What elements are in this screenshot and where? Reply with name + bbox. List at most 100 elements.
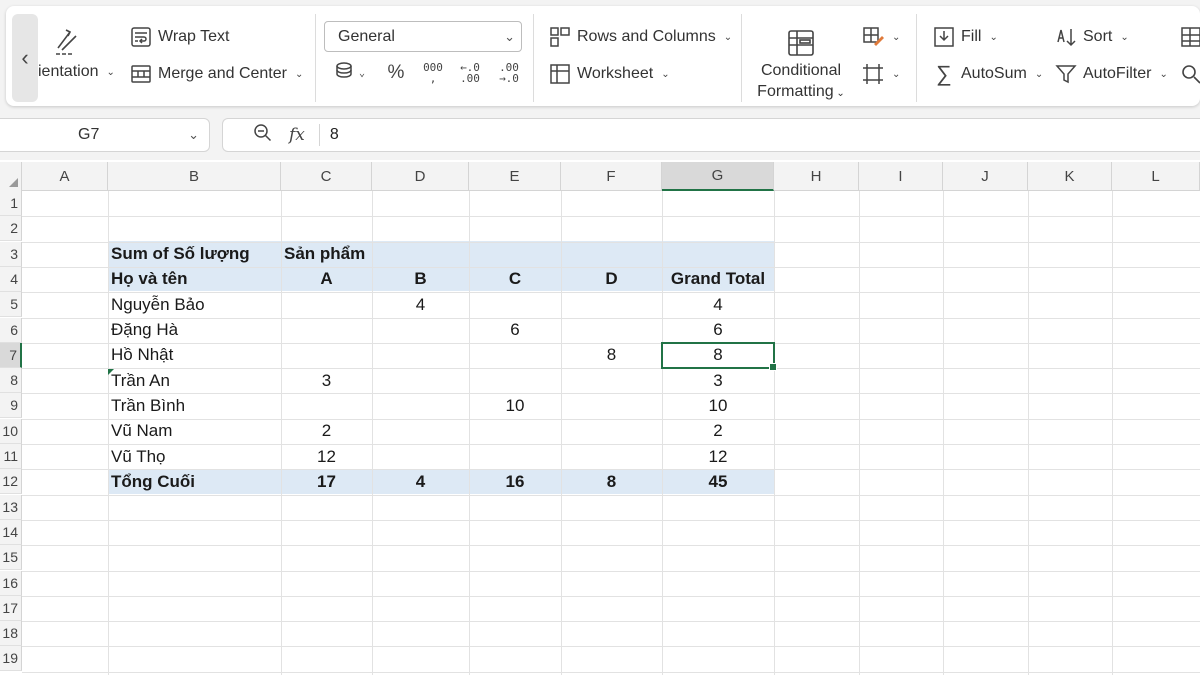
cell-style-button[interactable]: ⌄	[862, 26, 900, 48]
format-cells-button[interactable]	[1180, 26, 1200, 48]
pivot-grand-total[interactable]: 45	[662, 469, 774, 494]
row-header-10[interactable]: 10	[0, 418, 22, 444]
autosum-button[interactable]: ∑ AutoSum ⌄	[933, 61, 1043, 86]
pivot-value-cell[interactable]	[372, 444, 469, 469]
pivot-value-cell[interactable]	[281, 318, 372, 343]
row-header-4[interactable]: 4	[0, 266, 22, 292]
row-header-6[interactable]: 6	[0, 317, 22, 343]
pivot-value-cell[interactable]	[281, 292, 372, 317]
name-box[interactable]: G7 ⌄	[0, 118, 210, 152]
row-header-15[interactable]: 15	[0, 545, 22, 571]
pivot-row-label[interactable]: Vũ Thọ	[108, 444, 281, 469]
pivot-product-header[interactable]: C	[469, 266, 561, 291]
percent-style-button[interactable]: %	[383, 60, 409, 86]
thousands-separator-button[interactable]: 000 ,	[418, 60, 448, 86]
pivot-column-total[interactable]: 8	[561, 469, 662, 494]
row-header-16[interactable]: 16	[0, 570, 22, 596]
row-header-2[interactable]: 2	[0, 216, 22, 242]
column-header-b[interactable]: B	[108, 162, 281, 191]
pivot-row-label[interactable]: Đặng Hà	[108, 318, 281, 343]
row-header-19[interactable]: 19	[0, 646, 22, 672]
pivot-value-cell[interactable]	[281, 393, 372, 418]
pivot-value-cell[interactable]	[561, 368, 662, 393]
borders-button[interactable]: ⌄	[862, 63, 900, 85]
column-header-j[interactable]: J	[943, 162, 1028, 191]
select-all-corner[interactable]	[0, 162, 22, 191]
sort-button[interactable]: Sort ⌄	[1055, 26, 1129, 48]
row-header-7[interactable]: 7	[0, 342, 22, 368]
row-header-17[interactable]: 17	[0, 595, 22, 621]
column-header-l[interactable]: L	[1112, 162, 1200, 191]
pivot-row-label[interactable]: Trần An	[108, 368, 281, 393]
column-header-i[interactable]: I	[859, 162, 943, 191]
column-header-a[interactable]: A	[22, 162, 108, 191]
pivot-value-cell[interactable]: 6	[469, 318, 561, 343]
pivot-value-cell[interactable]	[372, 368, 469, 393]
rows-columns-button[interactable]: Rows and Columns ⌄	[549, 26, 732, 48]
pivot-row-total[interactable]: 4	[662, 292, 774, 317]
pivot-row-label[interactable]: Hồ Nhật	[108, 343, 281, 368]
pivot-value-cell[interactable]: 12	[281, 444, 372, 469]
row-header-9[interactable]: 9	[0, 393, 22, 419]
pivot-column-total[interactable]: 17	[281, 469, 372, 494]
pivot-row-total[interactable]: 6	[662, 318, 774, 343]
pivot-row-total[interactable]: 3	[662, 368, 774, 393]
pivot-value-header[interactable]: Sum of Số lượng	[108, 241, 281, 266]
pivot-row-total[interactable]: 2	[662, 419, 774, 444]
merge-center-button[interactable]: Merge and Center ⌄	[130, 63, 303, 85]
row-header-13[interactable]: 13	[0, 494, 22, 520]
currency-format-button[interactable]: ⌄	[330, 60, 370, 86]
decrease-decimal-button[interactable]: ←.0 .00	[455, 60, 485, 86]
pivot-value-cell[interactable]: 2	[281, 419, 372, 444]
column-header-d[interactable]: D	[372, 162, 469, 191]
row-header-11[interactable]: 11	[0, 444, 22, 469]
pivot-value-cell[interactable]	[372, 393, 469, 418]
pivot-value-cell[interactable]	[469, 368, 561, 393]
formula-input[interactable]: 8	[320, 126, 339, 144]
pivot-value-cell[interactable]	[561, 444, 662, 469]
zoom-search-icon[interactable]	[253, 123, 273, 148]
pivot-value-cell[interactable]	[561, 292, 662, 317]
pivot-row-label[interactable]: Vũ Nam	[108, 419, 281, 444]
pivot-product-header[interactable]: B	[372, 266, 469, 291]
column-header-f[interactable]: F	[561, 162, 662, 191]
wrap-text-button[interactable]: Wrap Text	[130, 26, 229, 48]
pivot-column-field[interactable]: Sản phẩm	[281, 241, 431, 266]
pivot-value-cell[interactable]	[561, 419, 662, 444]
column-header-k[interactable]: K	[1028, 162, 1112, 191]
number-format-select[interactable]: General ⌄	[324, 21, 522, 52]
pivot-value-cell[interactable]	[281, 343, 372, 368]
find-button[interactable]	[1180, 63, 1200, 85]
conditional-formatting-button[interactable]: Conditional Formatting ⌄	[750, 28, 852, 104]
pivot-row-label[interactable]: Trần Bình	[108, 393, 281, 418]
column-header-h[interactable]: H	[774, 162, 859, 191]
increase-decimal-button[interactable]: .00 →.0	[494, 60, 524, 86]
pivot-value-cell[interactable]	[372, 419, 469, 444]
row-header-3[interactable]: 3	[0, 241, 22, 267]
column-header-g[interactable]: G	[662, 162, 774, 191]
pivot-value-cell[interactable]: 3	[281, 368, 372, 393]
pivot-value-cell[interactable]	[561, 393, 662, 418]
pivot-row-field[interactable]: Họ và tên	[108, 266, 281, 291]
pivot-row-label[interactable]: Nguyễn Bảo	[108, 292, 281, 317]
pivot-value-cell[interactable]: 8	[561, 343, 662, 368]
pivot-value-cell[interactable]	[469, 444, 561, 469]
pivot-value-cell[interactable]	[561, 318, 662, 343]
pivot-product-header[interactable]: D	[561, 266, 662, 291]
pivot-value-cell[interactable]	[469, 292, 561, 317]
pivot-column-total[interactable]: 4	[372, 469, 469, 494]
pivot-row-total[interactable]: 8	[662, 343, 774, 368]
insert-function-button[interactable]: fx	[289, 125, 305, 145]
row-header-5[interactable]: 5	[0, 292, 22, 318]
autofilter-button[interactable]: AutoFilter ⌄	[1055, 63, 1168, 85]
row-header-14[interactable]: 14	[0, 519, 22, 545]
fill-button[interactable]: Fill ⌄	[933, 26, 998, 48]
pivot-row-total[interactable]: 10	[662, 393, 774, 418]
row-header-8[interactable]: 8	[0, 368, 22, 394]
pivot-value-cell[interactable]	[372, 343, 469, 368]
worksheet-button[interactable]: Worksheet ⌄	[549, 63, 670, 85]
row-header-12[interactable]: 12	[0, 469, 22, 495]
pivot-column-total[interactable]: 16	[469, 469, 561, 494]
spreadsheet-grid[interactable]: ABCDEFGHIJKL 1 2 3 4 5 6 7 8 9 10 11 12 13 14 15 16 17 18…	[0, 162, 1200, 675]
pivot-value-cell[interactable]	[372, 318, 469, 343]
